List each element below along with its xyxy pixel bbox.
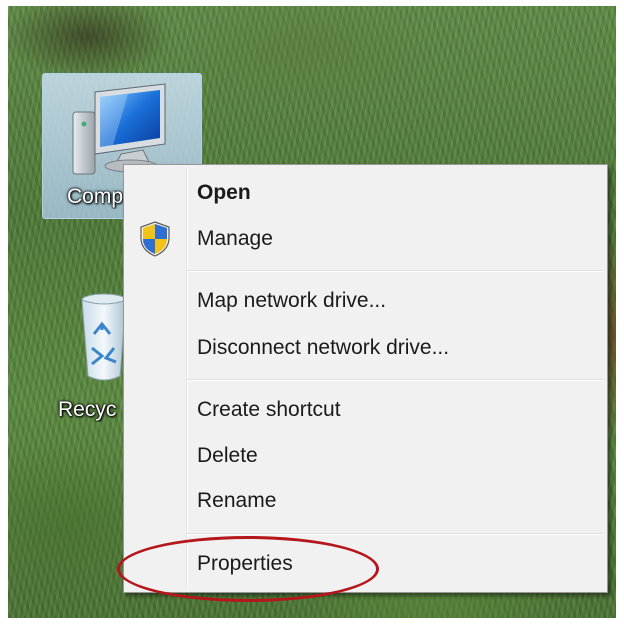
menu-item-label: Map network drive... xyxy=(197,289,387,312)
menu-separator xyxy=(187,270,604,272)
menu-item-map-network-drive[interactable]: Map network drive... xyxy=(127,279,604,323)
menu-item-label: Manage xyxy=(197,227,273,250)
menu-separator xyxy=(187,379,604,381)
menu-item-properties[interactable]: Properties xyxy=(127,542,604,586)
menu-item-label: Create shortcut xyxy=(197,398,341,421)
menu-item-label: Disconnect network drive... xyxy=(197,336,450,359)
menu-item-label: Rename xyxy=(197,489,277,512)
menu-item-open[interactable]: Open xyxy=(127,171,604,215)
menu-item-label: Open xyxy=(197,181,251,204)
menu-item-create-shortcut[interactable]: Create shortcut xyxy=(127,388,604,432)
context-menu: Open Manage Map network drive... Disconn… xyxy=(123,164,608,593)
menu-item-disconnect-network-drive[interactable]: Disconnect network drive... xyxy=(127,326,604,370)
menu-item-rename[interactable]: Rename xyxy=(127,479,604,523)
menu-item-manage[interactable]: Manage xyxy=(127,217,604,261)
menu-separator xyxy=(187,533,604,535)
menu-item-delete[interactable]: Delete xyxy=(127,434,604,478)
menu-item-label: Properties xyxy=(197,552,293,575)
menu-item-label: Delete xyxy=(197,444,258,467)
uac-shield-icon xyxy=(140,221,170,257)
